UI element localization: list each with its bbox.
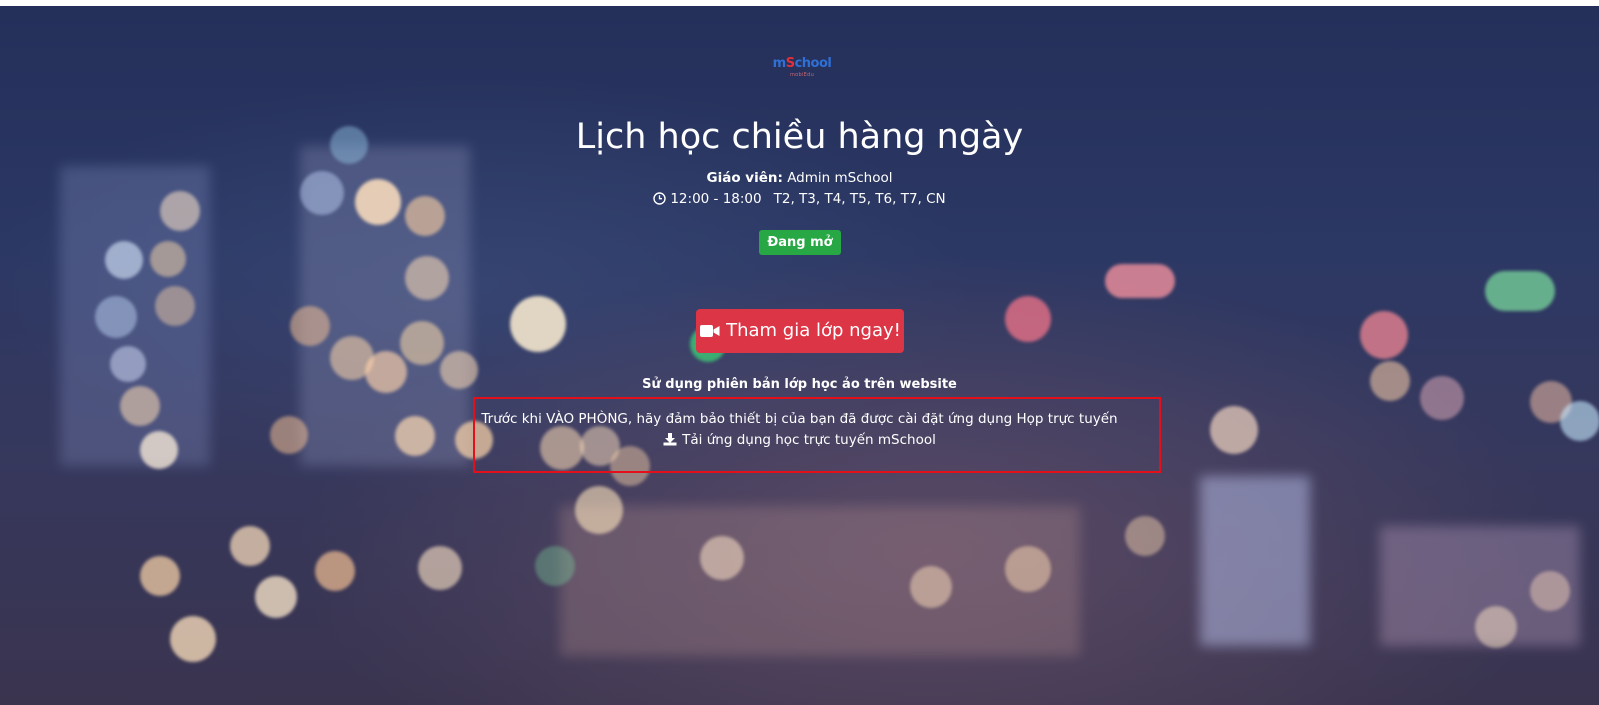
download-app-label: Tải ứng dụng học trực tuyến mSchool <box>682 432 936 448</box>
download-app-line: Tải ứng dụng học trực tuyến mSchool <box>0 430 1599 453</box>
schedule-days: T2, T3, T4, T5, T6, T7, CN <box>773 191 946 207</box>
join-class-button[interactable]: Tham gia lớp ngay! <box>696 309 904 353</box>
schedule-line: 12:00 - 18:00 T2, T3, T4, T5, T6, T7, CN <box>0 189 1599 211</box>
schedule-time: 12:00 - 18:00 <box>670 191 762 207</box>
join-class-label: Tham gia lớp ngay! <box>726 320 901 341</box>
web-version-link[interactable]: Sử dụng phiên bản lớp học ảo trên websit… <box>0 375 1599 395</box>
clock-icon <box>653 191 667 211</box>
logo-wordmark: mSchool <box>772 56 832 71</box>
mschool-logo: mSchool mobiEdu <box>768 56 836 86</box>
bokeh-background <box>0 6 1599 705</box>
teacher-line: Giáo viên: Admin mSchool <box>0 168 1599 188</box>
logo-subtext: mobiEdu <box>789 72 815 78</box>
video-camera-icon <box>699 312 721 356</box>
teacher-name: Admin mSchool <box>787 170 893 186</box>
page-title: Lịch học chiều hàng ngày <box>575 117 1024 157</box>
download-app-link[interactable]: Tải ứng dụng học trực tuyến mSchool <box>663 432 936 448</box>
status-badge: Đang mở <box>759 230 841 255</box>
install-note: Trước khi VÀO PHÒNG, hãy đảm bảo thiết b… <box>481 411 1118 427</box>
teacher-label: Giáo viên: <box>706 170 783 186</box>
page-background: mSchool mobiEdu <box>0 6 1599 705</box>
download-icon <box>663 432 677 453</box>
